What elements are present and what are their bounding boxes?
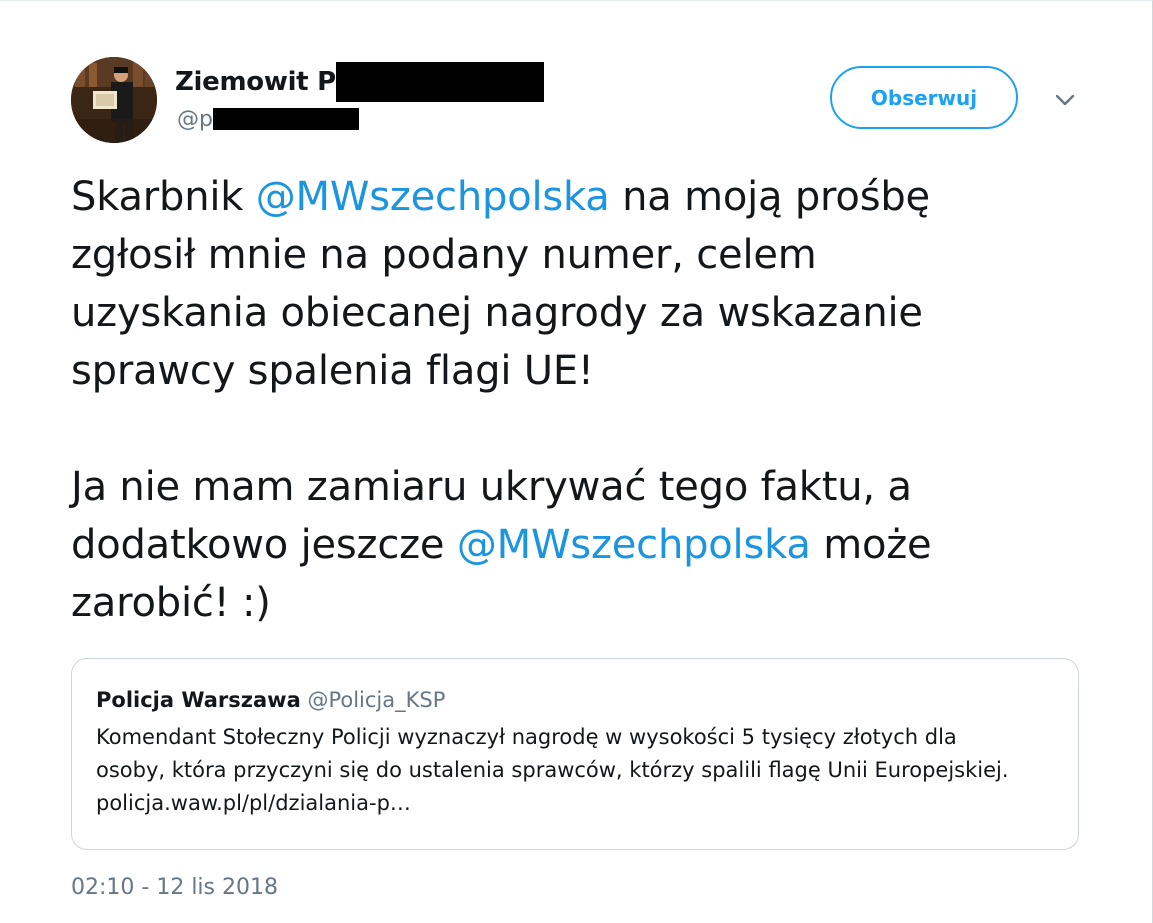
follow-button[interactable]: Obserwuj bbox=[830, 66, 1018, 129]
tweet-text: Skarbnik @MWszechpolska na moją prośbę z… bbox=[71, 168, 1081, 632]
tweet-line: zarobić! :) bbox=[71, 580, 271, 626]
handle-redaction-bar bbox=[212, 108, 359, 130]
quoted-tweet-card[interactable]: Policja Warszawa @Policja_KSP Komendant … bbox=[71, 658, 1079, 850]
tweet-text-segment: Skarbnik bbox=[71, 174, 256, 220]
quoted-tweet-header: Policja Warszawa @Policja_KSP bbox=[96, 685, 1054, 715]
avatar-photo-icon bbox=[71, 57, 157, 143]
tweet-line: Ja nie mam zamiaru ukrywać tego faktu, a bbox=[71, 464, 912, 510]
quoted-tweet-body: Komendant Stołeczny Policji wyznaczył na… bbox=[96, 721, 1054, 820]
author-avatar[interactable] bbox=[71, 57, 157, 143]
tweet-text-segment: dodatkowo jeszcze bbox=[71, 522, 457, 568]
chevron-down-icon[interactable] bbox=[1050, 85, 1080, 115]
quoted-tweet-link[interactable]: policja.waw.pl/pl/dzialania-p… bbox=[96, 787, 1054, 820]
tweet-text-segment: może bbox=[810, 522, 932, 568]
mention-link[interactable]: @MWszechpolska bbox=[256, 174, 610, 220]
tweet-page: Ziemowit P @p Obserwuj Skarbnik @MWszech… bbox=[0, 0, 1153, 923]
author-handle-row[interactable]: @p bbox=[177, 104, 359, 134]
name-redaction-bar bbox=[335, 62, 544, 102]
quoted-tweet-line: osoby, która przyczyni się do ustalenia … bbox=[96, 758, 1009, 782]
tweet-line: zgłosił mnie na podany numer, celem bbox=[71, 232, 817, 278]
quoted-author-handle: @Policja_KSP bbox=[307, 688, 446, 712]
author-name-row[interactable]: Ziemowit P bbox=[175, 61, 544, 103]
tweet-line: Skarbnik @MWszechpolska na moją prośbę bbox=[71, 168, 1081, 226]
tweet-text-segment: na moją prośbę bbox=[609, 174, 930, 220]
tweet-line: uzyskania obiecanej nagrody za wskazanie bbox=[71, 290, 923, 336]
quoted-tweet-line: Komendant Stołeczny Policji wyznaczył na… bbox=[96, 725, 957, 749]
tweet-line: dodatkowo jeszcze @MWszechpolska może bbox=[71, 516, 1081, 574]
author-handle[interactable]: @p bbox=[177, 107, 213, 132]
tweet-timestamp[interactable]: 02:10 - 12 lis 2018 bbox=[71, 875, 278, 900]
mention-link[interactable]: @MWszechpolska bbox=[457, 522, 811, 568]
author-name[interactable]: Ziemowit P bbox=[175, 67, 336, 97]
tweet-line: sprawcy spalenia flagi UE! bbox=[71, 348, 594, 394]
quoted-author-name: Policja Warszawa bbox=[96, 688, 301, 712]
